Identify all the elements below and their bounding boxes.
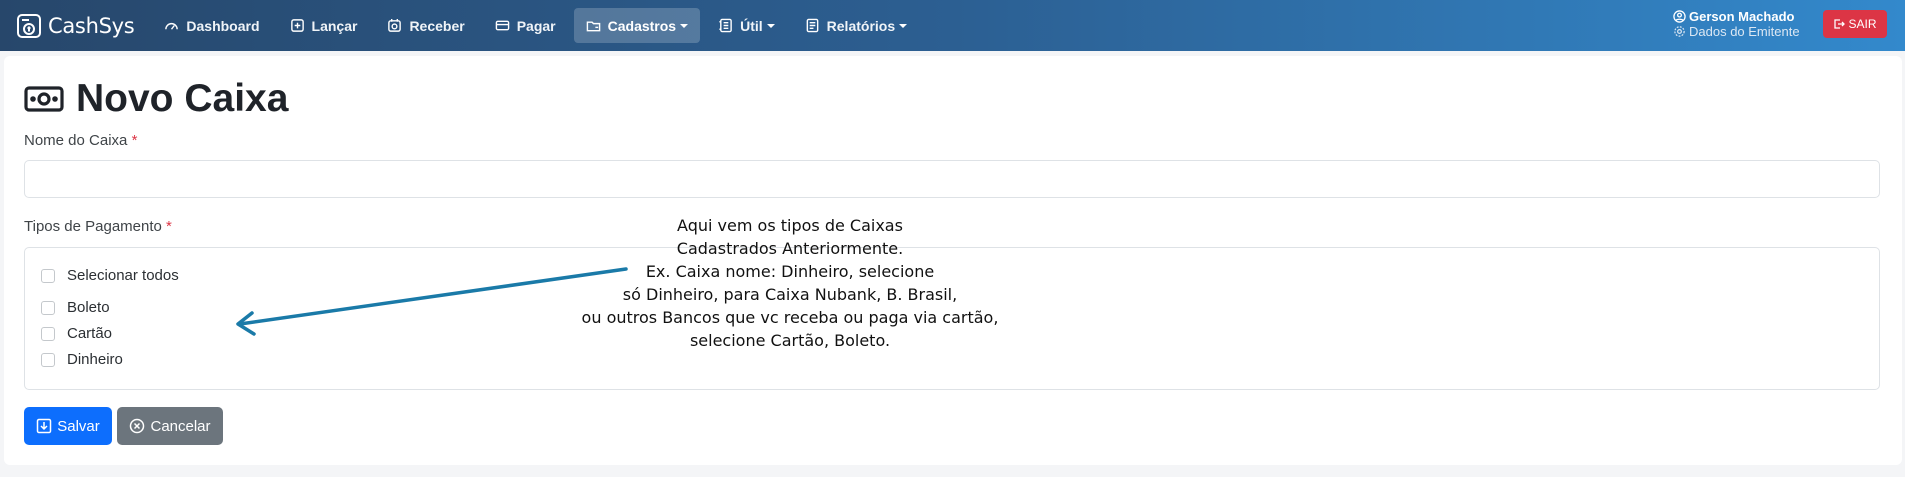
logout-icon: [1834, 19, 1846, 29]
report-icon: [806, 18, 819, 33]
nav-dashboard-label: Dashboard: [186, 17, 260, 34]
checkbox[interactable]: [41, 352, 55, 367]
dashboard-icon: [165, 23, 179, 30]
payment-types-label-text: Tipos de Pagamento: [24, 218, 162, 235]
annotation-line: só Dinheiro, para Caixa Nubank, B. Brasi…: [622, 285, 958, 304]
folder-icon: [586, 21, 600, 32]
name-field-label-text: Nome do Caixa: [24, 132, 128, 149]
payment-option-label: Cartão: [67, 325, 113, 342]
brand-link[interactable]: CashSys: [16, 13, 135, 39]
save-label: Salvar: [57, 417, 100, 435]
receive-icon: [388, 18, 402, 32]
payment-option-dinheiro[interactable]: Dinheiro: [41, 351, 123, 368]
cash-name-input[interactable]: [24, 160, 1880, 198]
checkbox[interactable]: [41, 300, 55, 315]
page-title-text: Novo Caixa: [76, 77, 289, 120]
select-all-label: Selecionar todos: [67, 267, 179, 284]
nav-cadastros-label: Cadastros: [607, 17, 677, 34]
logout-label: SAIR: [1848, 17, 1877, 31]
payment-option-boleto[interactable]: Boleto: [41, 299, 110, 316]
chevron-down-icon: [766, 23, 775, 28]
gear-icon: [1674, 26, 1685, 37]
select-all-checkbox[interactable]: Selecionar todos: [41, 267, 179, 284]
logout-button[interactable]: SAIR: [1823, 10, 1887, 38]
payment-option-cartao[interactable]: Cartão: [41, 325, 112, 342]
payment-option-label: Dinheiro: [67, 351, 123, 368]
nav-receber[interactable]: Receber: [375, 8, 476, 43]
page-title: Novo Caixa: [24, 77, 288, 121]
user-name-row: Gerson Machado: [1673, 9, 1813, 24]
user-circle-icon: [1673, 10, 1686, 23]
save-icon: [36, 418, 52, 434]
required-mark: *: [131, 132, 138, 149]
nav-lancar-label: Lançar: [311, 17, 358, 34]
chevron-down-icon: [680, 23, 689, 28]
name-field-label: Nome do Caixa *: [24, 132, 137, 149]
credit-card-icon: [495, 20, 509, 31]
cancel-circle-icon: [130, 418, 145, 434]
annotation-line: ou outros Bancos que vc receba ou paga v…: [581, 308, 999, 327]
nav-cadastros[interactable]: Cadastros: [573, 8, 701, 43]
payment-types-label: Tipos de Pagamento *: [24, 218, 172, 235]
save-button[interactable]: Salvar: [24, 407, 112, 445]
nav-pagar[interactable]: Pagar: [483, 8, 568, 43]
annotation-line: selecione Cartão, Boleto.: [689, 331, 891, 350]
annotation-line: Cadastrados Anteriormente.: [676, 239, 904, 258]
chevron-down-icon: [899, 23, 908, 28]
nav-util[interactable]: Útil: [706, 8, 787, 43]
nav-lancar[interactable]: Lançar: [278, 8, 370, 43]
notebook-icon: [719, 18, 732, 33]
nav-receber-label: Receber: [409, 17, 465, 34]
checkbox[interactable]: [41, 268, 55, 283]
user-menu[interactable]: Gerson Machado Dados do Emitente: [1673, 9, 1813, 39]
nav-util-label: Útil: [740, 17, 763, 34]
checkbox[interactable]: [41, 326, 55, 341]
cash-register-icon: [17, 13, 41, 38]
annotation-line: Aqui vem os tipos de Caixas: [677, 216, 903, 235]
annotation-line: Ex. Caixa nome: Dinheiro, selecione: [645, 262, 935, 281]
brand-name: CashSys: [48, 13, 135, 38]
top-navbar: CashSys Dashboard Lançar Receber Pagar C…: [0, 0, 1905, 51]
payment-option-label: Boleto: [67, 299, 110, 316]
cancel-button[interactable]: Cancelar: [117, 407, 223, 445]
nav-relatorios[interactable]: Relatórios: [793, 8, 919, 43]
plus-square-icon: [290, 19, 304, 32]
nav-pagar-label: Pagar: [516, 17, 556, 34]
issuer-data-label: Dados do Emitente: [1689, 24, 1800, 39]
cancel-label: Cancelar: [150, 417, 211, 435]
user-name: Gerson Machado: [1689, 9, 1795, 24]
annotation-text: Aqui vem os tipos de Caixas Cadastrados …: [560, 214, 1020, 352]
required-mark: *: [166, 218, 172, 235]
nav-dashboard[interactable]: Dashboard: [152, 8, 271, 43]
nav-relatorios-label: Relatórios: [826, 17, 896, 34]
cash-icon: [24, 86, 64, 112]
issuer-data-link[interactable]: Dados do Emitente: [1673, 24, 1813, 39]
